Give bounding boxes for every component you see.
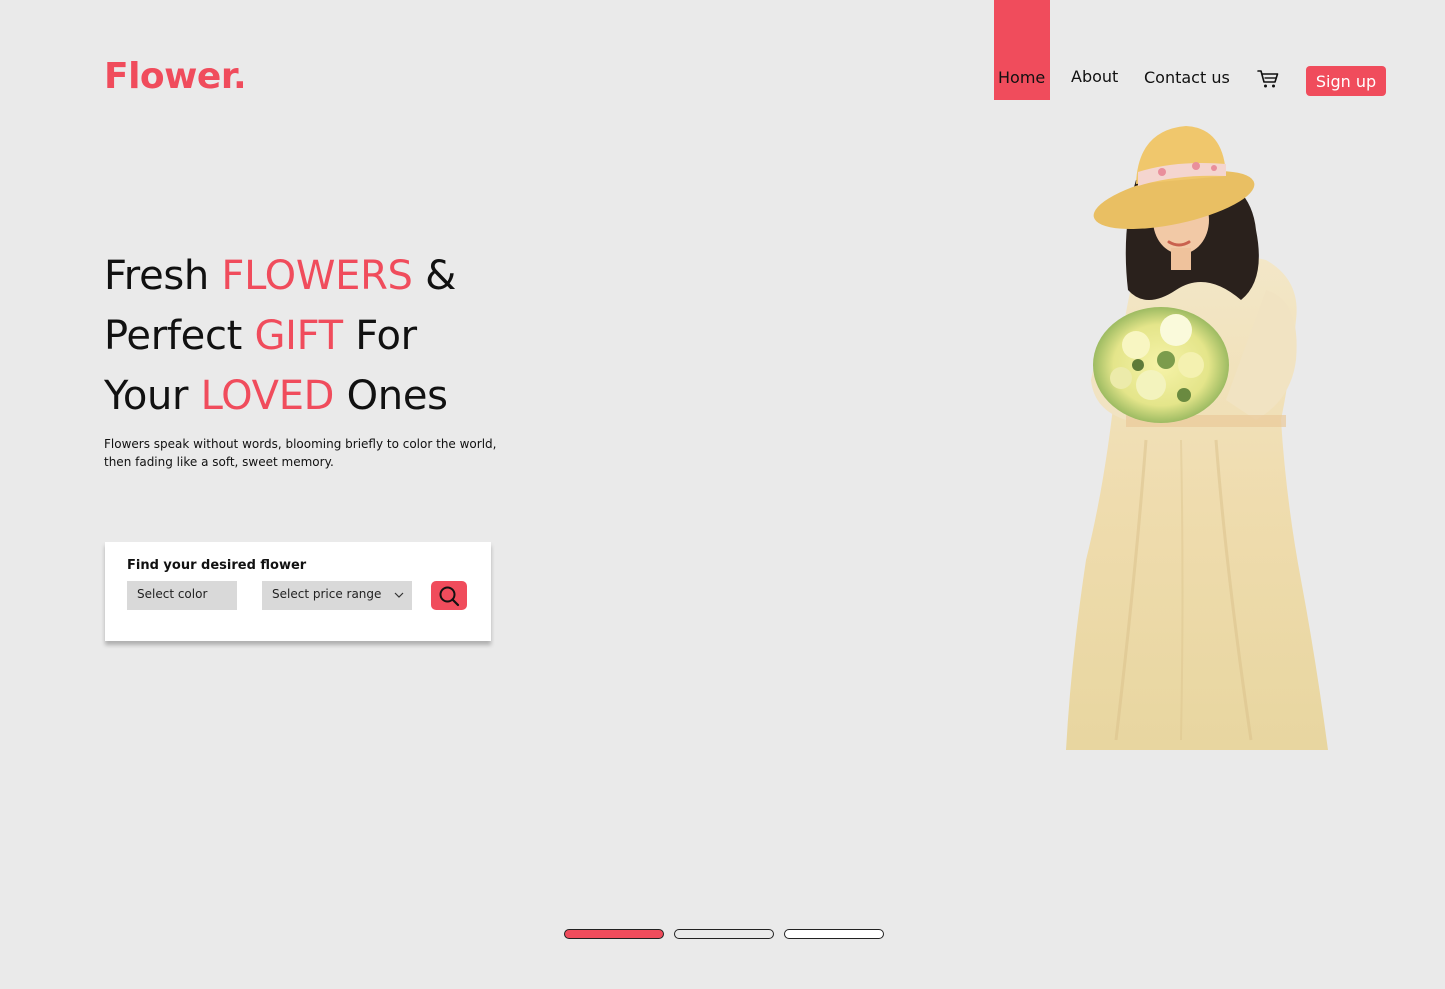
carousel-indicator-3[interactable] (784, 929, 884, 939)
nav-about[interactable]: About (1071, 67, 1118, 86)
search-card-title: Find your desired flower (127, 558, 307, 573)
search-button[interactable] (431, 581, 467, 610)
hero-heading-line-3: Your LOVED Ones (104, 373, 448, 419)
woman-with-flowers-image (1066, 126, 1328, 750)
hero-heading-line-2: Perfect GIFT For (104, 313, 417, 359)
select-price-range-dropdown[interactable]: Select price range (262, 581, 412, 610)
cart-icon[interactable] (1257, 69, 1279, 89)
brand-logo[interactable]: Flower. (104, 56, 247, 97)
select-color-label: Select color (137, 587, 208, 601)
select-price-label: Select price range (272, 587, 382, 601)
carousel-indicator-1[interactable] (564, 929, 664, 939)
nav-contact-us[interactable]: Contact us (1144, 68, 1230, 87)
chevron-down-icon (394, 592, 404, 598)
hero-heading: Fresh FLOWERS & Perfect GIFT For Your LO… (104, 246, 456, 426)
hero-heading-line-1: Fresh FLOWERS & (104, 253, 456, 299)
flower-search-card: Find your desired flower Select color Se… (105, 542, 491, 641)
landing-page: Flower. Home About Contact us Sign up Fr… (0, 0, 1445, 989)
select-color-dropdown[interactable]: Select color (127, 581, 237, 610)
hero-description: Flowers speak without words, blooming br… (104, 437, 497, 469)
nav-home[interactable]: Home (998, 68, 1045, 87)
carousel-indicator-2[interactable] (674, 929, 774, 939)
search-icon (439, 586, 460, 606)
signup-button[interactable]: Sign up (1306, 66, 1386, 96)
